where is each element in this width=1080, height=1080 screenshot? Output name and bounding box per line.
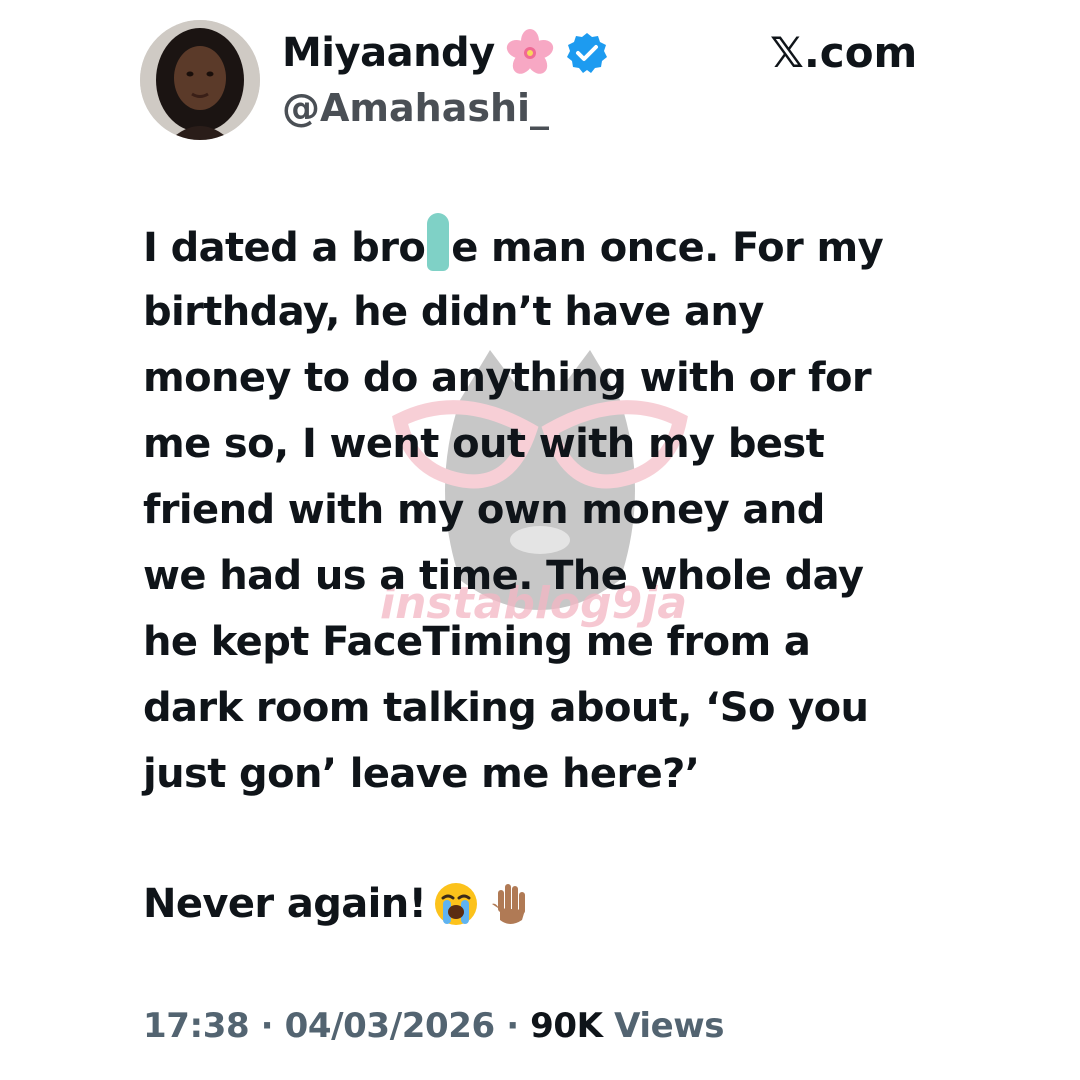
tweet-line-part: e man once. For my <box>451 225 884 271</box>
tweet-line: friend with my own money and <box>143 487 825 533</box>
censor-mark <box>427 213 450 271</box>
tweet-time[interactable]: 17:38 <box>143 1006 250 1046</box>
display-name[interactable]: Miyaandy <box>282 30 495 76</box>
source-label: 𝕏.com <box>770 28 918 77</box>
tweet-line: he kept FaceTiming me from a <box>143 619 811 665</box>
tweet-date[interactable]: 04/03/2026 <box>285 1006 496 1046</box>
tweet-line: money to do anything with or for <box>143 355 872 401</box>
tweet-meta: 17:38 · 04/03/2026 · 90K Views <box>143 1006 725 1046</box>
meta-separator: · <box>506 1006 519 1046</box>
verified-badge-icon <box>565 31 609 75</box>
tweet-line: dark room talking about, ‘So you <box>143 685 869 731</box>
loudly-crying-face-icon <box>432 880 480 928</box>
views-count[interactable]: 90K <box>530 1006 603 1046</box>
closing-text: Never again! <box>143 881 427 927</box>
tweet-line: just gon’ leave me here?’ <box>143 751 700 797</box>
tweet-line-part: I dated a bro <box>143 225 426 271</box>
meta-separator: · <box>260 1006 274 1046</box>
tweet-line: me so, I went out with my best <box>143 421 825 467</box>
raised-hand-icon <box>486 880 534 928</box>
avatar[interactable] <box>140 20 260 140</box>
tweet-line: I dated a bro e man once. For my <box>143 213 943 279</box>
name-row: Miyaandy <box>282 28 609 78</box>
tweet-screenshot: Miyaandy @Amahashi_ 𝕏.com instablog9ja I… <box>0 0 1080 1080</box>
cherry-blossom-icon <box>505 28 555 78</box>
closing-line: Never again! <box>143 880 534 928</box>
user-handle[interactable]: @Amahashi_ <box>282 86 549 130</box>
views-label: Views <box>614 1006 725 1046</box>
tweet-line: we had us a time. The whole day <box>143 553 864 599</box>
tweet-text: I dated a bro e man once. For my birthday… <box>143 213 943 807</box>
tweet-line: birthday, he didn’t have any <box>143 289 764 335</box>
